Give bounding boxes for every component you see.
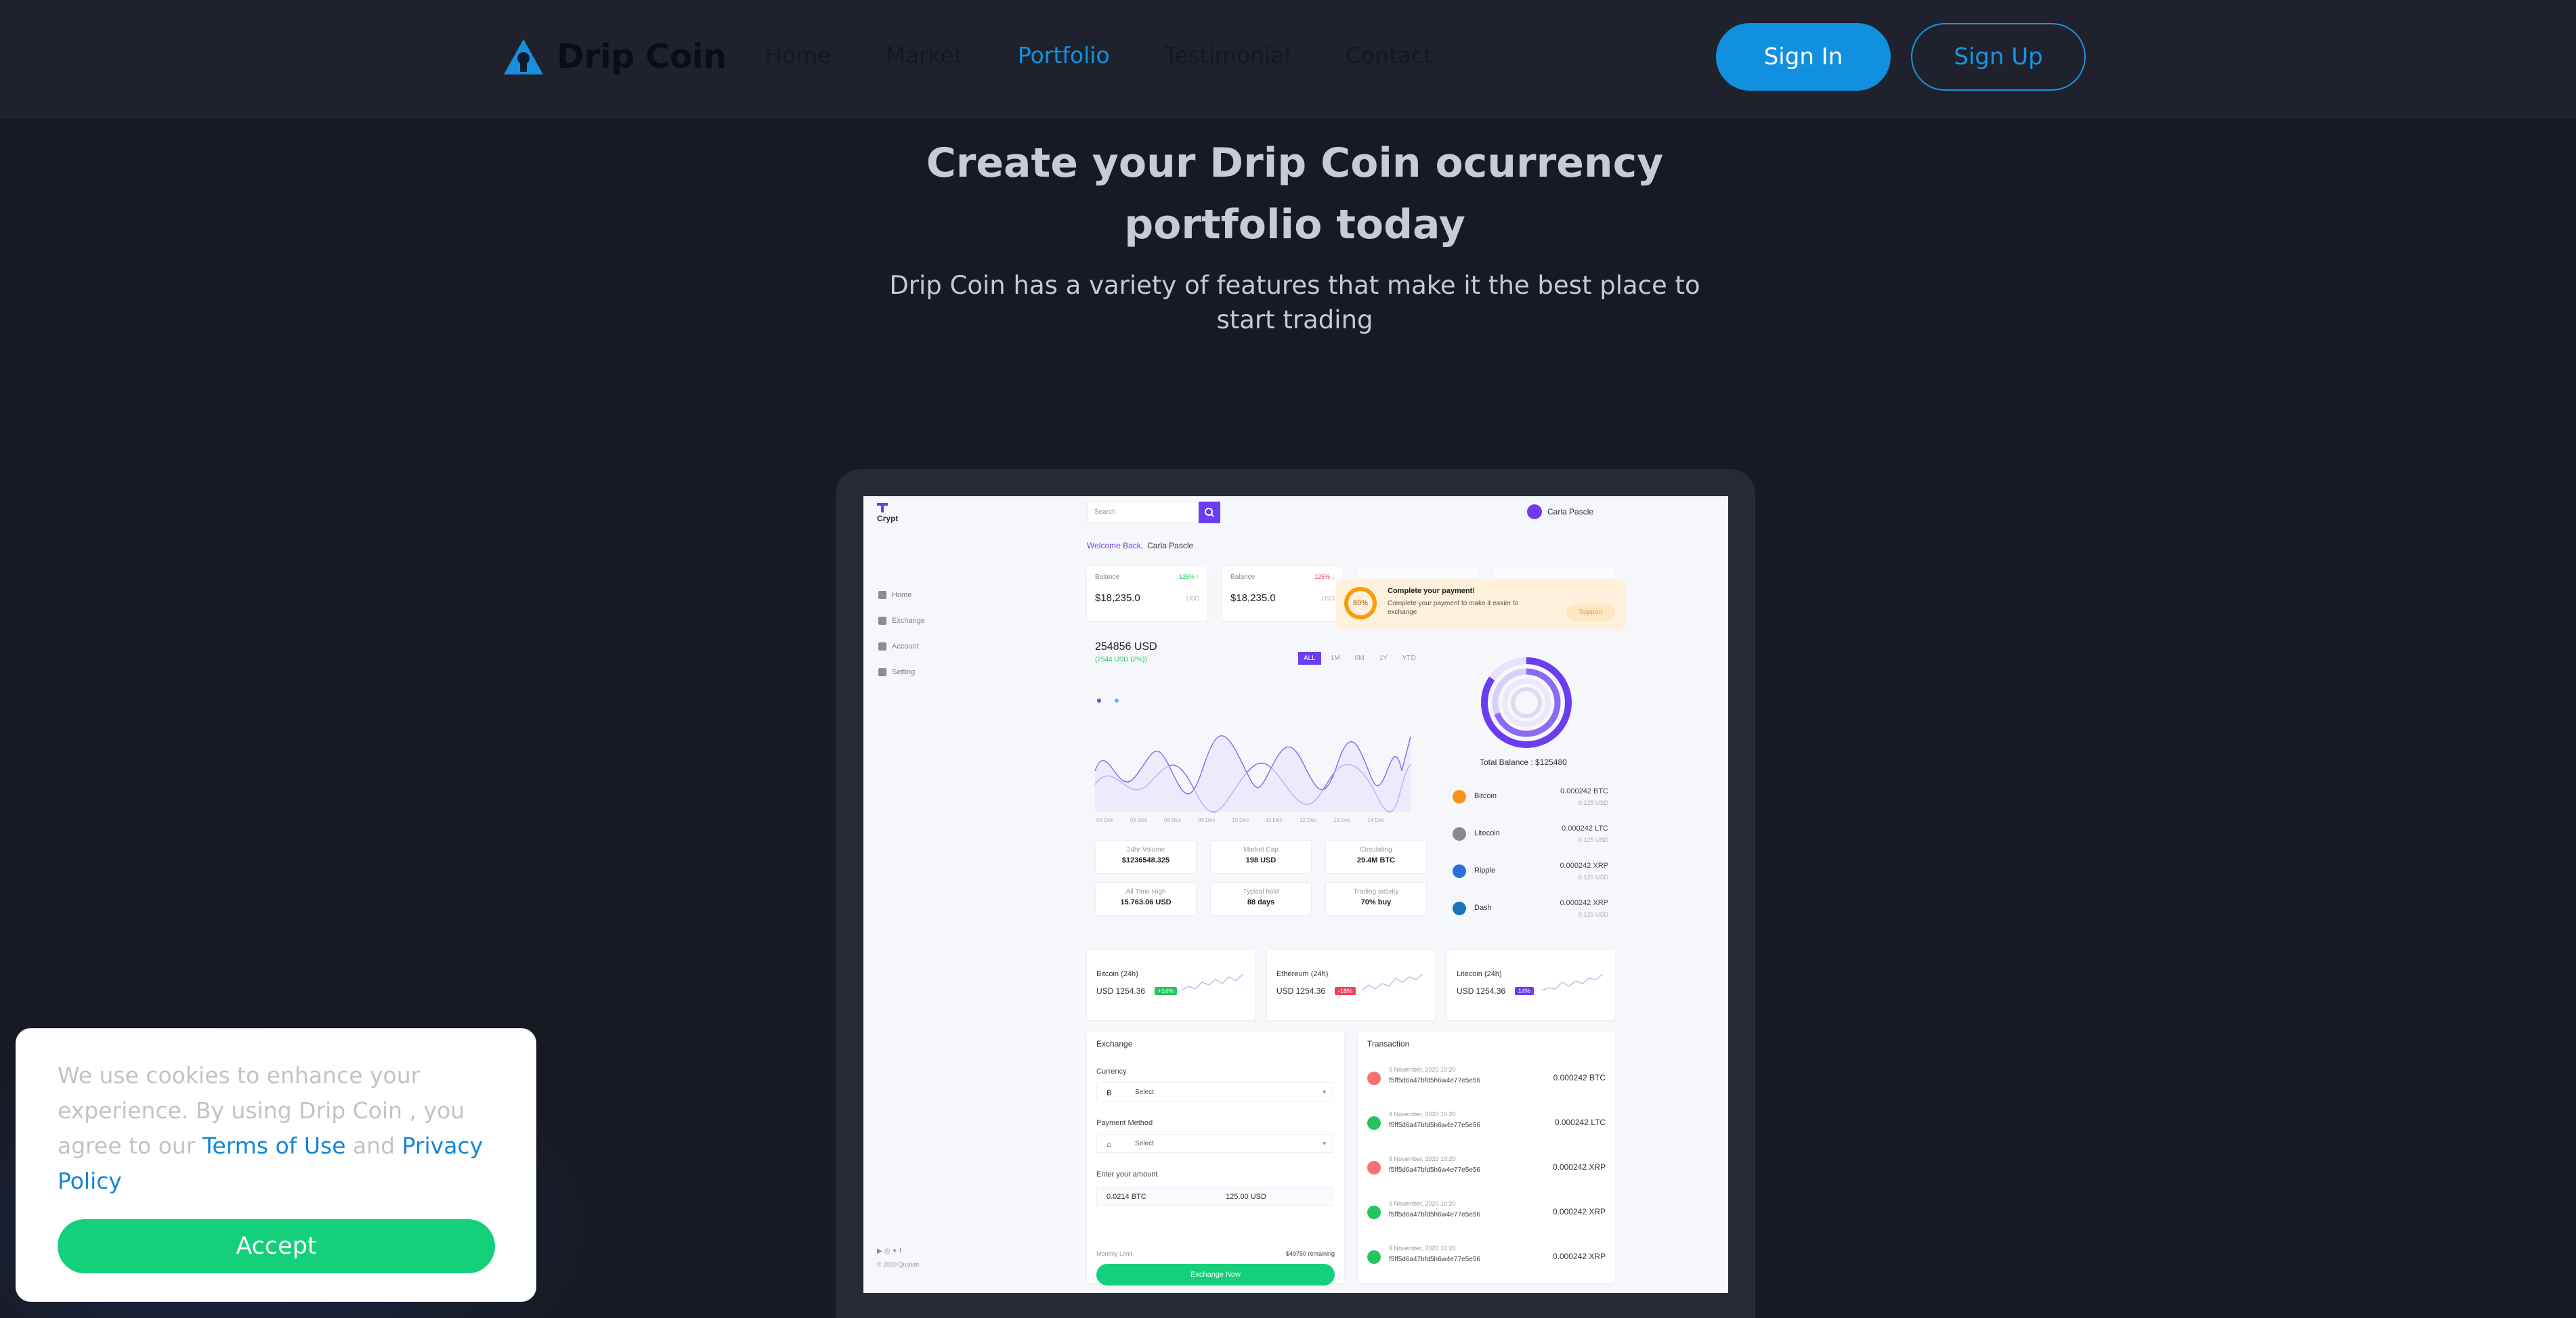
- nav-link-contact[interactable]: Contact: [1346, 42, 1432, 68]
- svg-text:12 Dec: 12 Dec: [1300, 817, 1316, 823]
- brand-name: Drip Coin: [557, 37, 727, 76]
- menu-item-home[interactable]: Home: [878, 591, 925, 599]
- cookie-text: We use cookies to enhance your experienc…: [58, 1062, 484, 1194]
- tab-1m[interactable]: 1M: [1325, 652, 1346, 665]
- support-button[interactable]: Support: [1566, 605, 1615, 621]
- amount-input[interactable]: 0.0214 BTC 125.00 USD: [1096, 1187, 1333, 1206]
- mini-chart-bitcoin: Bitcoin (24h) USD 1254.36 +14%: [1087, 950, 1255, 1020]
- dashboard-search-input[interactable]: Search: [1087, 502, 1201, 523]
- arrow-icon: [1367, 1116, 1381, 1130]
- menu-item-account[interactable]: Account: [878, 642, 925, 651]
- svg-text:11 Dec: 11 Dec: [1266, 817, 1283, 823]
- litecoin-icon: [1453, 827, 1466, 841]
- svg-text:05 Dec: 05 Dec: [1096, 817, 1113, 823]
- stat-market-cap: Market Cap 198 USD: [1210, 840, 1312, 874]
- ripple-icon: [1453, 864, 1466, 878]
- portfolio-line-chart: 05 Dec 06 Dec 08 Dec 09 Dec 10 Dec 11 Dec 12 D…: [1094, 699, 1411, 823]
- stat-circulating: Circulating 29.4M BTC: [1325, 840, 1427, 874]
- dash-icon: [1453, 902, 1466, 915]
- home-icon: [878, 591, 886, 599]
- brand-logo[interactable]: Drip Coin: [502, 37, 727, 76]
- hero-subtitle: Drip Coin has a variety of features that…: [889, 271, 1700, 334]
- transaction-row[interactable]: 9 November, 2020 10:20 f5ff5d6a47bfd5h6w…: [1367, 1153, 1606, 1187]
- nav-link-portfolio[interactable]: Portfolio: [1018, 42, 1110, 68]
- payment-progress-ring: 80%: [1344, 587, 1377, 619]
- svg-text:09 Dec: 09 Dec: [1198, 817, 1215, 823]
- arrow-icon: [1367, 1072, 1381, 1085]
- exchange-icon: [878, 617, 886, 625]
- payment-popup: 80% Complete your payment! Complete your…: [1336, 579, 1626, 630]
- sign-up-button[interactable]: Sign Up: [1911, 23, 2086, 91]
- svg-text:14 Dec: 14 Dec: [1367, 817, 1384, 823]
- menu-item-setting[interactable]: Setting: [878, 668, 925, 676]
- total-balance: Total Balance : $125480: [1480, 757, 1567, 767]
- nav-link-testimonial[interactable]: Testimonial: [1165, 42, 1291, 68]
- dashboard-preview: Crypt Home Exchange Account Setting ▶ ◎ …: [863, 496, 1728, 1293]
- welcome-text: Welcome Back, Carla Pascle: [1087, 541, 1194, 550]
- tab-ytd[interactable]: YTD: [1397, 652, 1421, 665]
- terms-of-use-link[interactable]: Terms of Use: [202, 1133, 346, 1159]
- transaction-panel: Transaction 9 November, 2020 10:20 f5ff5…: [1358, 1032, 1615, 1283]
- nav-link-home[interactable]: Home: [765, 42, 831, 68]
- avatar: [1527, 504, 1542, 519]
- stat-trading-activity: Trading activity 70% buy: [1325, 882, 1427, 916]
- accept-cookies-button[interactable]: Accept: [58, 1219, 495, 1273]
- balance-card: Balance 125% ↓ $18,235.0 USD: [1222, 567, 1343, 621]
- bitcoin-icon: [1453, 790, 1466, 804]
- tab-all[interactable]: ALL: [1298, 652, 1321, 665]
- gear-icon: [878, 668, 886, 676]
- bank-icon: ⌂: [1107, 1139, 1112, 1149]
- stat-all-time-high: All Time High 15.763.06 USD: [1095, 882, 1197, 916]
- transaction-row[interactable]: 9 November, 2020 10:20 f5ff5d6a47bfd5h6w…: [1367, 1198, 1606, 1231]
- crypt-logo-icon: [877, 503, 888, 512]
- exchange-now-button[interactable]: Exchange Now: [1096, 1264, 1335, 1286]
- svg-text:13 Dec: 13 Dec: [1333, 817, 1350, 823]
- top-navbar: Drip Coin Home Market Portfolio Testimon…: [0, 0, 2576, 118]
- copyright: © 2020 Quixlab: [877, 1261, 920, 1268]
- social-icons: ▶ ◎ ✦ f: [877, 1248, 901, 1255]
- payment-method-select[interactable]: ⌂ Select ▾: [1096, 1134, 1333, 1153]
- coin-list: Bitcoin 0.000242 BTC 0.125 USD Litecoin …: [1453, 781, 1608, 929]
- balance-card: Balance 125% ↑ $18,235.0 USD: [1087, 567, 1207, 621]
- search-icon[interactable]: [1199, 502, 1220, 523]
- period-tabs: ALL 1M 6M 1Y YTD: [1298, 652, 1425, 665]
- stat-typical-hold: Typical hold 88 days: [1210, 882, 1312, 916]
- transaction-row[interactable]: 9 November, 2020 10:20 f5ff5d6a47bfd5h6w…: [1367, 1108, 1606, 1142]
- dashboard-sidebar: Crypt Home Exchange Account Setting ▶ ◎ …: [863, 496, 1067, 1293]
- bitcoin-icon: ฿: [1107, 1088, 1112, 1097]
- svg-text:08 Dec: 08 Dec: [1164, 817, 1181, 823]
- transaction-row[interactable]: 9 November, 2020 10:20 f5ff5d6a47bfd5h6w…: [1367, 1242, 1606, 1276]
- user-menu[interactable]: Carla Pascle: [1527, 504, 1593, 519]
- mini-chart-ethereum: Ethereum (24h) USD 1254.36 -18%: [1267, 950, 1435, 1020]
- cookie-consent-banner: We use cookies to enhance your experienc…: [16, 1028, 536, 1302]
- coin-row-litecoin: Litecoin 0.000242 LTC 0.125 USD: [1453, 818, 1608, 855]
- svg-text:10 Dec: 10 Dec: [1232, 817, 1249, 823]
- exchange-panel: Exchange Currency ฿ Select ▾ Payment Met…: [1087, 1032, 1344, 1286]
- arrow-icon: [1367, 1206, 1381, 1219]
- sign-in-button[interactable]: Sign In: [1716, 23, 1891, 91]
- hero-title: Create your Drip Coin ocurrency portfoli…: [926, 139, 1664, 248]
- currency-select[interactable]: ฿ Select ▾: [1096, 1082, 1333, 1101]
- coin-row-ripple: Ripple 0.000242 XRP 0.125 USD: [1453, 855, 1608, 892]
- dashboard-brand: Crypt: [877, 514, 899, 523]
- dashboard-menu: Home Exchange Account Setting: [878, 591, 925, 694]
- arrow-icon: [1367, 1161, 1381, 1174]
- chevron-down-icon: ▾: [1323, 1140, 1326, 1147]
- user-icon: [878, 642, 886, 651]
- mini-chart-litecoin: Litecoin (24h) USD 1254.36 14%: [1447, 950, 1615, 1020]
- chevron-down-icon: ▾: [1323, 1089, 1326, 1095]
- stat-24hr-volume: 24hr Volume $1236548.325: [1095, 840, 1197, 874]
- transaction-row[interactable]: 9 November, 2020 10:20 f5ff5d6a47bfd5h6w…: [1367, 1063, 1606, 1097]
- balance-donut-chart: [1481, 657, 1572, 748]
- coin-row-dash: Dash 0.000242 XRP 0.125 USD: [1453, 892, 1608, 929]
- arrow-icon: [1367, 1250, 1381, 1264]
- menu-item-exchange[interactable]: Exchange: [878, 617, 925, 625]
- nav-links: Home Market Portfolio Testimonial Contac…: [765, 42, 1487, 68]
- tab-1y[interactable]: 1Y: [1374, 652, 1393, 665]
- nav-link-market[interactable]: Market: [886, 42, 962, 68]
- svg-text:06 Dec: 06 Dec: [1130, 817, 1147, 823]
- coin-row-bitcoin: Bitcoin 0.000242 BTC 0.125 USD: [1453, 781, 1608, 818]
- tab-6m[interactable]: 6M: [1350, 652, 1370, 665]
- drip-coin-logo-icon: [504, 39, 543, 74]
